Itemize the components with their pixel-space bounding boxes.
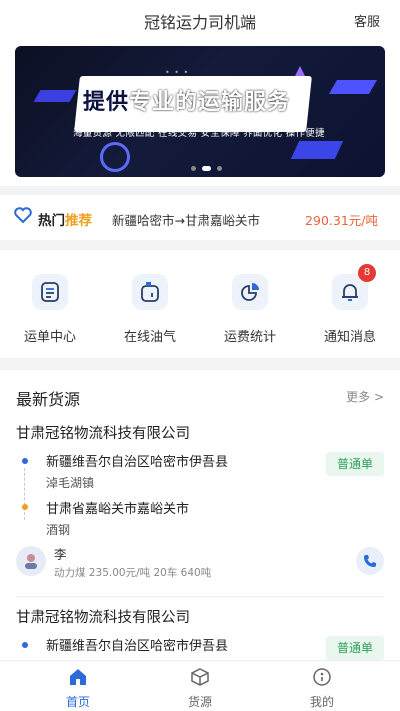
tab-label: 首页 xyxy=(65,695,90,709)
tab-goods[interactable]: 货源 xyxy=(160,667,240,710)
banner-section: • • • 提供专业的运输服务 海量货源 无限匹配 在线交易 安全保障 界面优化… xyxy=(0,40,400,186)
menu-label: 运单中心 xyxy=(23,330,76,345)
user-icon xyxy=(313,668,331,686)
menu-label: 在线油气 xyxy=(123,330,176,345)
phone-call-button[interactable] xyxy=(356,547,384,575)
more-link[interactable]: 更多 > xyxy=(346,388,384,405)
origin-detail: 淖毛湖镇 xyxy=(46,476,95,490)
section-title: 最新货源 xyxy=(16,390,81,409)
notification-badge: 8 xyxy=(358,264,376,282)
menu-label: 通知消息 xyxy=(323,330,376,345)
banner-headline-a: 提供 xyxy=(83,90,130,115)
pie-chart-icon xyxy=(232,274,268,310)
destination-dot xyxy=(22,504,28,510)
page-title: 冠铭运力司机端 xyxy=(143,13,256,32)
banner-headline-b: 专业的运输服务 xyxy=(129,90,291,115)
latest-goods-section: 最新货源 更多 > 甘肃冠铭物流科技有限公司 新疆维吾尔自治区哈密市伊吾县 淖毛… xyxy=(0,370,400,660)
menu-item-fuel[interactable]: 在线油气 xyxy=(110,274,190,345)
customer-service-button[interactable]: 客服 xyxy=(354,11,380,30)
fuel-icon xyxy=(132,274,168,310)
contact-name: 李 xyxy=(54,547,67,562)
card-divider xyxy=(16,596,384,597)
origin-dot xyxy=(22,458,28,464)
hot-route-price: 290.31元/吨 xyxy=(305,213,378,228)
menu-item-notifications[interactable]: 8 通知消息 xyxy=(310,264,390,345)
cube-icon xyxy=(191,668,209,686)
hot-route-bar[interactable]: 热门推荐 新疆哈密市→甘肃嘉峪关市 290.31元/吨 xyxy=(0,195,400,240)
bell-icon: 8 xyxy=(332,264,376,310)
hot-label: 热门 xyxy=(38,213,65,229)
tab-label: 我的 xyxy=(309,695,334,709)
tab-mine[interactable]: 我的 xyxy=(282,667,362,710)
origin-address: 新疆维吾尔自治区哈密市伊吾县 xyxy=(46,639,229,654)
bottom-tab-bar: 首页 货源 我的 xyxy=(0,660,400,711)
goods-card[interactable]: 甘肃冠铭物流科技有限公司 新疆维吾尔自治区哈密市伊吾县 普通单 xyxy=(16,606,384,660)
carousel-indicator xyxy=(191,166,222,171)
route-connector xyxy=(24,468,25,520)
app-header: 冠铭运力司机端 客服 xyxy=(0,0,400,40)
carousel-dot-active[interactable] xyxy=(202,166,211,171)
banner-subtitle: 海量货源 无限匹配 在线交易 安全保障 界面优化 操作便捷 xyxy=(73,128,325,139)
tab-home[interactable]: 首页 xyxy=(38,667,118,710)
waybill-icon xyxy=(32,274,68,310)
phone-icon xyxy=(364,555,376,567)
menu-item-freight-stats[interactable]: 运费统计 xyxy=(210,274,290,345)
destination-address: 甘肃省嘉峪关市嘉峪关市 xyxy=(46,502,190,517)
decor-shape xyxy=(328,80,378,94)
cargo-meta: 动力煤 235.00元/吨 20车 640吨 xyxy=(54,567,212,579)
carousel-dot[interactable] xyxy=(191,166,196,171)
heart-icon xyxy=(14,207,32,227)
magnifier-icon xyxy=(100,142,130,172)
decor-shape xyxy=(33,90,77,102)
hot-recommend-label: 热门推荐 xyxy=(38,209,92,229)
origin-address: 新疆维吾尔自治区哈密市伊吾县 xyxy=(46,455,229,470)
origin-dot xyxy=(22,642,28,648)
company-name: 甘肃冠铭物流科技有限公司 xyxy=(16,610,190,626)
banner-headline: 提供专业的运输服务 xyxy=(83,84,290,116)
recommend-label: 推荐 xyxy=(65,213,92,229)
goods-card[interactable]: 甘肃冠铭物流科技有限公司 新疆维吾尔自治区哈密市伊吾县 淖毛湖镇 普通单 甘肃省… xyxy=(16,422,384,592)
promo-banner[interactable]: • • • 提供专业的运输服务 海量货源 无限匹配 在线交易 安全保障 界面优化… xyxy=(15,46,385,177)
carousel-dot[interactable] xyxy=(217,166,222,171)
decor-shape xyxy=(290,141,344,159)
order-type-tag: 普通单 xyxy=(326,636,384,660)
function-menu: 运单中心 在线油气 运费统计 8 通知消息 xyxy=(0,250,400,358)
company-name: 甘肃冠铭物流科技有限公司 xyxy=(16,426,190,442)
avatar xyxy=(16,546,46,576)
order-type-tag: 普通单 xyxy=(326,452,384,476)
menu-item-waybill[interactable]: 运单中心 xyxy=(10,274,90,345)
tab-label: 货源 xyxy=(187,695,212,709)
home-icon xyxy=(70,669,86,685)
menu-label: 运费统计 xyxy=(223,330,276,345)
destination-detail: 酒钢 xyxy=(46,523,71,537)
hot-route-text: 新疆哈密市→甘肃嘉峪关市 xyxy=(112,213,260,228)
